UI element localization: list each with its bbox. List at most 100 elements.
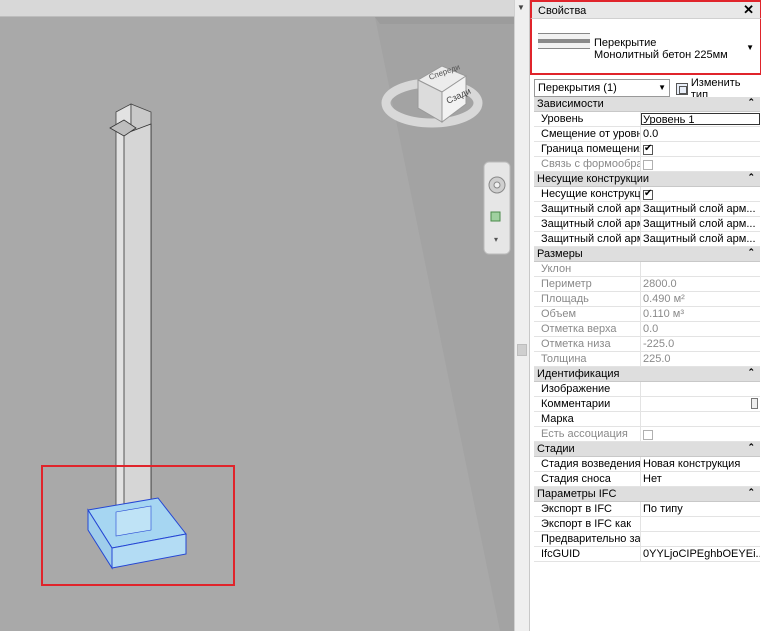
selected-slab[interactable]: [87, 497, 187, 570]
zoom-region-icon[interactable]: [490, 211, 501, 222]
property-value: 2800.0: [641, 277, 760, 291]
property-row: IfcGUID 0YYLjoCIPEghbOEYEi...: [534, 547, 760, 562]
collapse-icon[interactable]: ⌃: [747, 97, 755, 108]
property-value[interactable]: Защитный слой арм...: [641, 232, 760, 246]
property-name: Смещение от уровня: [534, 127, 641, 141]
3d-viewport[interactable]: Спереди Сзади ▾: [0, 0, 514, 631]
collapse-icon[interactable]: ⌃: [747, 247, 755, 258]
property-row: Смещение от уровня 0.0: [534, 127, 760, 142]
property-value[interactable]: 0YYLjoCIPEghbOEYEi...: [641, 547, 760, 561]
chevron-down-icon[interactable]: ▾: [494, 235, 498, 244]
property-name: Уровень: [534, 112, 641, 126]
3d-model-view[interactable]: Спереди Сзади ▾: [0, 0, 514, 631]
property-value[interactable]: [641, 517, 760, 531]
property-value: [641, 427, 760, 441]
property-value[interactable]: [641, 382, 760, 396]
collapse-icon[interactable]: ⌃: [747, 367, 755, 378]
type-name: Монолитный бетон 225мм: [594, 49, 728, 61]
category-label: Зависимости: [537, 98, 604, 110]
property-name: Марка: [534, 412, 641, 426]
checkbox[interactable]: [643, 143, 653, 155]
property-row: Есть ассоциация: [534, 427, 760, 442]
property-row: Уровень Уровень 1: [534, 112, 760, 127]
property-value[interactable]: [641, 412, 760, 426]
property-value-text: 0YYLjoCIPEghbOEYEi...: [643, 548, 760, 560]
property-name: Защитный слой арм...: [534, 202, 641, 216]
instance-filter-select[interactable]: Перекрытия (1) ▼: [534, 79, 670, 97]
collapse-icon[interactable]: ⌃: [747, 172, 755, 183]
property-name: Экспорт в IFC: [534, 502, 641, 516]
property-row: Площадь 0.490 м²: [534, 292, 760, 307]
property-value[interactable]: Защитный слой арм...: [641, 202, 760, 216]
type-selector[interactable]: Перекрытие Монолитный бетон 225мм ▼: [530, 18, 761, 75]
property-value[interactable]: По типу: [641, 502, 760, 516]
property-value[interactable]: Уровень 1: [641, 113, 760, 125]
property-value-text: 225.0: [643, 353, 671, 365]
chevron-down-icon[interactable]: ▼: [658, 83, 666, 92]
property-value-text: Защитный слой арм...: [643, 233, 756, 245]
scrollbar-thumb[interactable]: [517, 344, 527, 356]
category-header[interactable]: Идентификация ⌃: [534, 367, 760, 382]
property-name: Периметр: [534, 277, 641, 291]
property-name: Уклон: [534, 262, 641, 276]
properties-title: Свойства: [538, 5, 587, 17]
property-value: 0.0: [641, 322, 760, 336]
type-family: Перекрытие: [594, 37, 657, 49]
collapse-icon[interactable]: ⌃: [747, 442, 755, 453]
category-header[interactable]: Параметры IFC ⌃: [534, 487, 760, 502]
property-value-text: 0.490 м²: [643, 293, 685, 305]
property-name: Предварительно зад...: [534, 532, 641, 546]
property-value: 225.0: [641, 352, 760, 366]
property-row: Граница помещения: [534, 142, 760, 157]
property-value: 0.110 м³: [641, 307, 760, 321]
property-row: Экспорт в IFC как: [534, 517, 760, 532]
category-label: Идентификация: [537, 368, 620, 380]
property-value[interactable]: Новая конструкция: [641, 457, 760, 471]
properties-title-bar: Свойства ✕: [530, 0, 761, 18]
viewport-scrollbar[interactable]: ▼: [514, 0, 529, 631]
property-value[interactable]: 0.0: [641, 127, 760, 141]
instance-filter-row: Перекрытия (1) ▼ Изменить тип: [534, 77, 760, 101]
collapse-icon[interactable]: ⌃: [747, 487, 755, 498]
category-header[interactable]: Зависимости ⌃: [534, 97, 760, 112]
property-row: Периметр 2800.0: [534, 277, 760, 292]
property-value[interactable]: [641, 187, 760, 201]
property-name: Стадия возведения: [534, 457, 641, 471]
property-value[interactable]: [641, 397, 760, 411]
property-value: [641, 262, 760, 276]
checkbox: [643, 159, 653, 170]
property-name: Граница помещения: [534, 142, 641, 156]
property-value[interactable]: Нет: [641, 472, 760, 486]
checkbox[interactable]: [643, 188, 653, 200]
close-icon[interactable]: ✕: [743, 2, 754, 18]
property-row: Объем 0.110 м³: [534, 307, 760, 322]
property-name: Отметка верха: [534, 322, 641, 336]
property-value[interactable]: [641, 532, 760, 546]
property-name: Экспорт в IFC как: [534, 517, 641, 531]
property-value-text: Новая конструкция: [643, 458, 741, 470]
category-header[interactable]: Стадии ⌃: [534, 442, 760, 457]
instance-filter-value: Перекрытия (1): [538, 82, 617, 94]
property-row: Толщина 225.0: [534, 352, 760, 367]
property-value: [641, 157, 760, 171]
category-label: Несущие конструкции: [537, 173, 649, 185]
property-value[interactable]: Защитный слой арм...: [641, 217, 760, 231]
category-header[interactable]: Размеры ⌃: [534, 247, 760, 262]
property-row: Несущие конструкц...: [534, 187, 760, 202]
property-name: Комментарии: [534, 397, 641, 411]
property-value[interactable]: [641, 142, 760, 156]
column-model[interactable]: [109, 103, 152, 521]
property-value-text: -225.0: [643, 338, 675, 350]
navigation-bar[interactable]: ▾: [483, 161, 511, 255]
edit-comment-button[interactable]: [751, 398, 758, 409]
property-row: Изображение: [534, 382, 760, 397]
chevron-down-icon[interactable]: ▼: [746, 43, 754, 52]
property-name: Стадия сноса: [534, 472, 641, 486]
filter-icon[interactable]: ▼: [517, 3, 525, 12]
property-value-text: По типу: [643, 503, 683, 515]
property-name: Изображение: [534, 382, 641, 396]
category-header[interactable]: Несущие конструкции ⌃: [534, 172, 760, 187]
edit-type-button[interactable]: Изменить тип: [676, 77, 760, 101]
category-label: Параметры IFC: [537, 488, 617, 500]
property-value-text: Нет: [643, 473, 662, 485]
